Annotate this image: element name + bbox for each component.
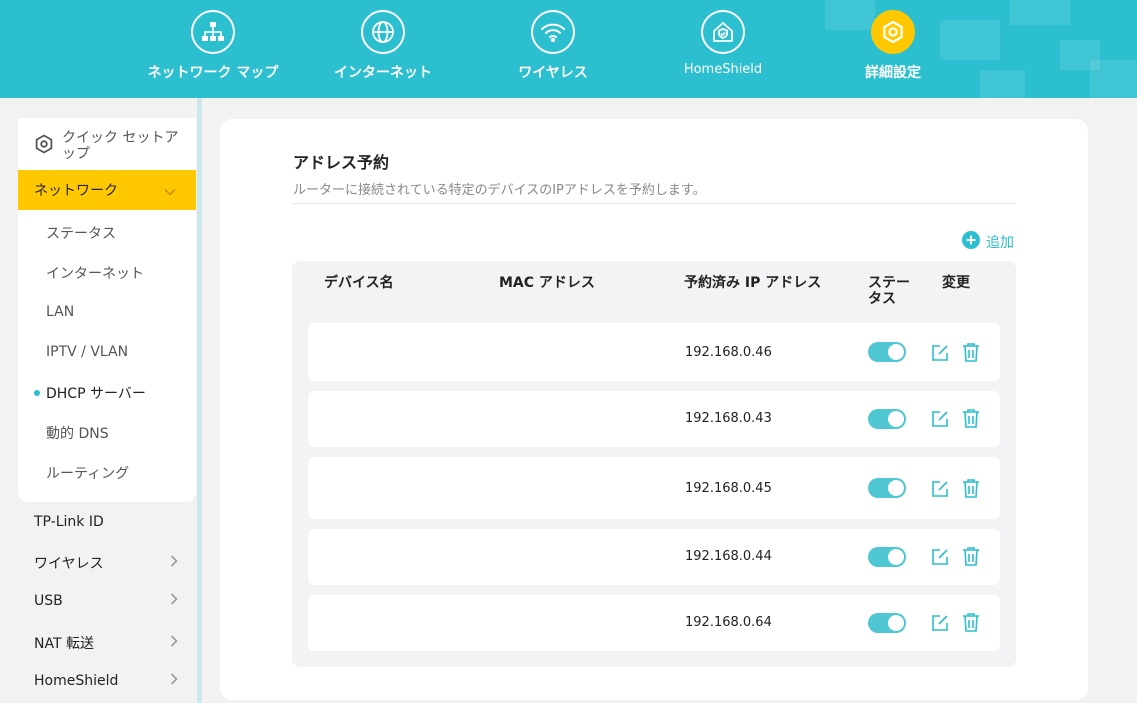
edit-icon[interactable] — [930, 613, 950, 637]
sidebar-subitem-status[interactable]: ステータス — [46, 223, 116, 243]
sidebar-item-wireless[interactable]: ワイヤレス — [34, 553, 178, 573]
network-map-icon — [191, 10, 235, 54]
sidebar-item-label: NAT 転送 — [34, 636, 94, 652]
decor-block — [1010, 0, 1070, 25]
nav-homeshield[interactable]: HomeShield — [638, 10, 808, 77]
active-indicator-dot — [34, 390, 40, 396]
nav-network-map[interactable]: ネットワーク マップ — [128, 10, 298, 82]
column-header-reserved-ip: 予約済み IP アドレス — [684, 275, 822, 291]
toggle-knob — [888, 549, 904, 565]
column-header-modify: 変更 — [942, 275, 970, 291]
column-header-device-name: デバイス名 — [324, 275, 394, 291]
reserved-ip-cell: 192.168.0.45 — [685, 481, 772, 496]
edit-icon[interactable] — [930, 547, 950, 571]
sidebar: クイック セットアップ ネットワーク ステータス インターネット LAN IPT… — [18, 118, 196, 689]
sidebar-item-label: クイック セットアップ — [62, 130, 179, 162]
divider — [293, 203, 1016, 204]
chevron-right-icon — [170, 673, 178, 689]
nav-label: ネットワーク マップ — [147, 65, 279, 81]
chevron-right-icon — [170, 635, 178, 651]
address-reservation-panel: アドレス予約 ルーターに接続されている特定のデバイスのIPアドレスを予約します。… — [220, 119, 1088, 700]
status-toggle[interactable] — [868, 547, 906, 567]
sidebar-subitem-ddns[interactable]: 動的 DNS — [46, 423, 109, 443]
page-description: ルーターに接続されている特定のデバイスのIPアドレスを予約します。 — [293, 183, 706, 198]
column-header-mac-address: MAC アドレス — [499, 275, 595, 291]
sidebar-subitem-iptv-vlan[interactable]: IPTV / VLAN — [46, 344, 128, 360]
table-row: 192.168.0.44 — [308, 529, 1000, 585]
sidebar-network-group: クイック セットアップ ネットワーク ステータス インターネット LAN IPT… — [18, 118, 196, 502]
edit-icon[interactable] — [930, 479, 950, 503]
toggle-knob — [888, 411, 904, 427]
sidebar-item-label: ネットワーク — [34, 183, 118, 199]
chevron-down-icon — [164, 181, 176, 200]
toggle-knob — [888, 615, 904, 631]
gear-icon — [871, 10, 915, 54]
nav-label: インターネット — [334, 65, 432, 81]
table-row: 192.168.0.45 — [308, 457, 1000, 519]
delete-icon[interactable] — [962, 546, 980, 570]
sidebar-subitem-internet[interactable]: インターネット — [46, 263, 144, 283]
add-circle-icon — [962, 231, 980, 253]
globe-icon — [361, 10, 405, 54]
sidebar-item-quick-setup[interactable]: クイック セットアップ — [34, 130, 184, 162]
sidebar-item-usb[interactable]: USB — [34, 593, 178, 609]
nav-label: ワイヤレス — [518, 65, 588, 81]
sidebar-item-homeshield[interactable]: HomeShield — [34, 673, 178, 689]
sidebar-item-label: TP-Link ID — [34, 514, 104, 530]
sidebar-item-label: ワイヤレス — [34, 556, 104, 572]
page-title: アドレス予約 — [293, 153, 390, 172]
add-button[interactable]: 追加 — [962, 231, 1014, 253]
wifi-icon — [531, 10, 575, 54]
delete-icon[interactable] — [962, 408, 980, 432]
sidebar-subitem-routing[interactable]: ルーティング — [46, 463, 129, 483]
delete-icon[interactable] — [962, 342, 980, 366]
delete-icon[interactable] — [962, 478, 980, 502]
top-navigation: ネットワーク マップ インターネット ワイヤレス HomeShield 詳細設定 — [0, 0, 1137, 98]
nav-internet[interactable]: インターネット — [298, 10, 468, 82]
decor-block — [1090, 60, 1137, 98]
table-row: 192.168.0.43 — [308, 391, 1000, 447]
toggle-knob — [888, 480, 904, 496]
reservation-table: デバイス名 MAC アドレス 予約済み IP アドレス ステータス 変更 192… — [292, 261, 1016, 667]
sidebar-item-network[interactable]: ネットワーク — [18, 170, 196, 210]
sidebar-subitem-lan[interactable]: LAN — [46, 304, 74, 320]
sidebar-item-tp-link-id[interactable]: TP-Link ID — [34, 514, 178, 530]
sidebar-subitem-dhcp-server[interactable]: DHCP サーバー — [46, 383, 146, 403]
column-header-status: ステータス — [868, 275, 910, 307]
table-row: 192.168.0.46 — [308, 323, 1000, 381]
reserved-ip-cell: 192.168.0.43 — [685, 411, 772, 426]
edit-icon[interactable] — [930, 343, 950, 367]
reserved-ip-cell: 192.168.0.44 — [685, 549, 772, 564]
status-toggle[interactable] — [868, 613, 906, 633]
edit-icon[interactable] — [930, 409, 950, 433]
status-toggle[interactable] — [868, 342, 906, 362]
sidebar-item-nat-forwarding[interactable]: NAT 転送 — [34, 633, 178, 653]
toggle-knob — [888, 344, 904, 360]
sidebar-item-label: HomeShield — [34, 673, 119, 689]
decor-block — [980, 70, 1025, 98]
reserved-ip-cell: 192.168.0.64 — [685, 615, 772, 630]
sidebar-scrollbar[interactable] — [197, 98, 202, 703]
delete-icon[interactable] — [962, 612, 980, 636]
nav-label: 詳細設定 — [865, 65, 921, 81]
sidebar-item-label: USB — [34, 593, 63, 609]
add-label: 追加 — [986, 235, 1014, 251]
quick-setup-icon — [34, 134, 54, 158]
nav-advanced[interactable]: 詳細設定 — [808, 10, 978, 82]
nav-label: HomeShield — [683, 62, 763, 77]
status-toggle[interactable] — [868, 478, 906, 498]
status-toggle[interactable] — [868, 409, 906, 429]
chevron-right-icon — [170, 593, 178, 609]
chevron-right-icon — [170, 555, 178, 571]
table-row: 192.168.0.64 — [308, 595, 1000, 651]
shield-home-icon — [701, 10, 745, 54]
nav-wireless[interactable]: ワイヤレス — [468, 10, 638, 82]
reserved-ip-cell: 192.168.0.46 — [685, 345, 772, 360]
